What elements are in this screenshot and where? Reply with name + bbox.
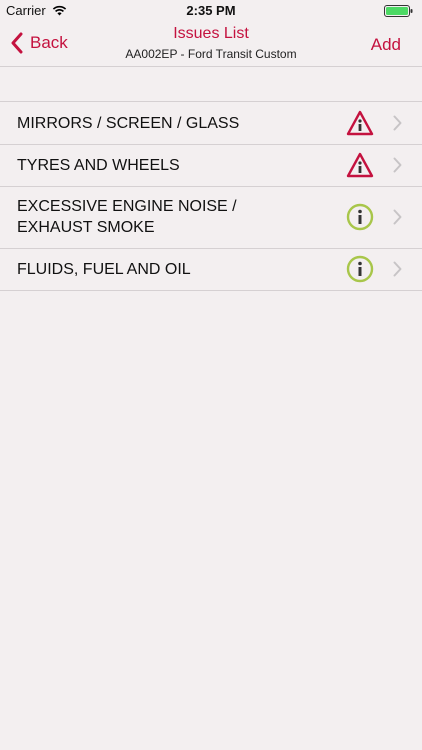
page-title: Issues List [173, 25, 249, 42]
issue-label: MIRRORS / SCREEN / GLASS [17, 114, 240, 132]
info-circle-icon [346, 255, 374, 283]
issues-list: MIRRORS / SCREEN / GLASS TYRES AND WHEEL… [0, 101, 422, 291]
chevron-right-icon [393, 209, 402, 225]
warning-triangle-icon [346, 152, 374, 178]
info-circle-icon [346, 203, 374, 231]
status-bar: Carrier 2:35 PM [0, 0, 422, 22]
list-item[interactable]: MIRRORS / SCREEN / GLASS [0, 102, 422, 144]
battery-full-icon [384, 5, 413, 17]
issue-label: TYRES AND WHEELS [17, 156, 180, 174]
navigation-bar: Back Issues List AA002EP - Ford Transit … [0, 22, 422, 67]
vehicle-subtitle: AA002EP - Ford Transit Custom [125, 47, 297, 61]
list-item[interactable]: TYRES AND WHEELS [0, 144, 422, 186]
warning-triangle-icon [346, 110, 374, 136]
issue-label: FLUIDS, FUEL AND OIL [17, 260, 191, 278]
list-item[interactable]: EXCESSIVE ENGINE NOISE / EXHAUST SMOKE [0, 186, 422, 248]
status-time: 2:35 PM [186, 3, 236, 18]
chevron-right-icon [393, 261, 402, 277]
chevron-right-icon [393, 115, 402, 131]
issue-label: EXCESSIVE ENGINE NOISE / EXHAUST SMOKE [17, 198, 237, 236]
chevron-right-icon [393, 157, 402, 173]
list-item[interactable]: FLUIDS, FUEL AND OIL [0, 248, 422, 290]
add-button[interactable]: Add [371, 35, 401, 55]
